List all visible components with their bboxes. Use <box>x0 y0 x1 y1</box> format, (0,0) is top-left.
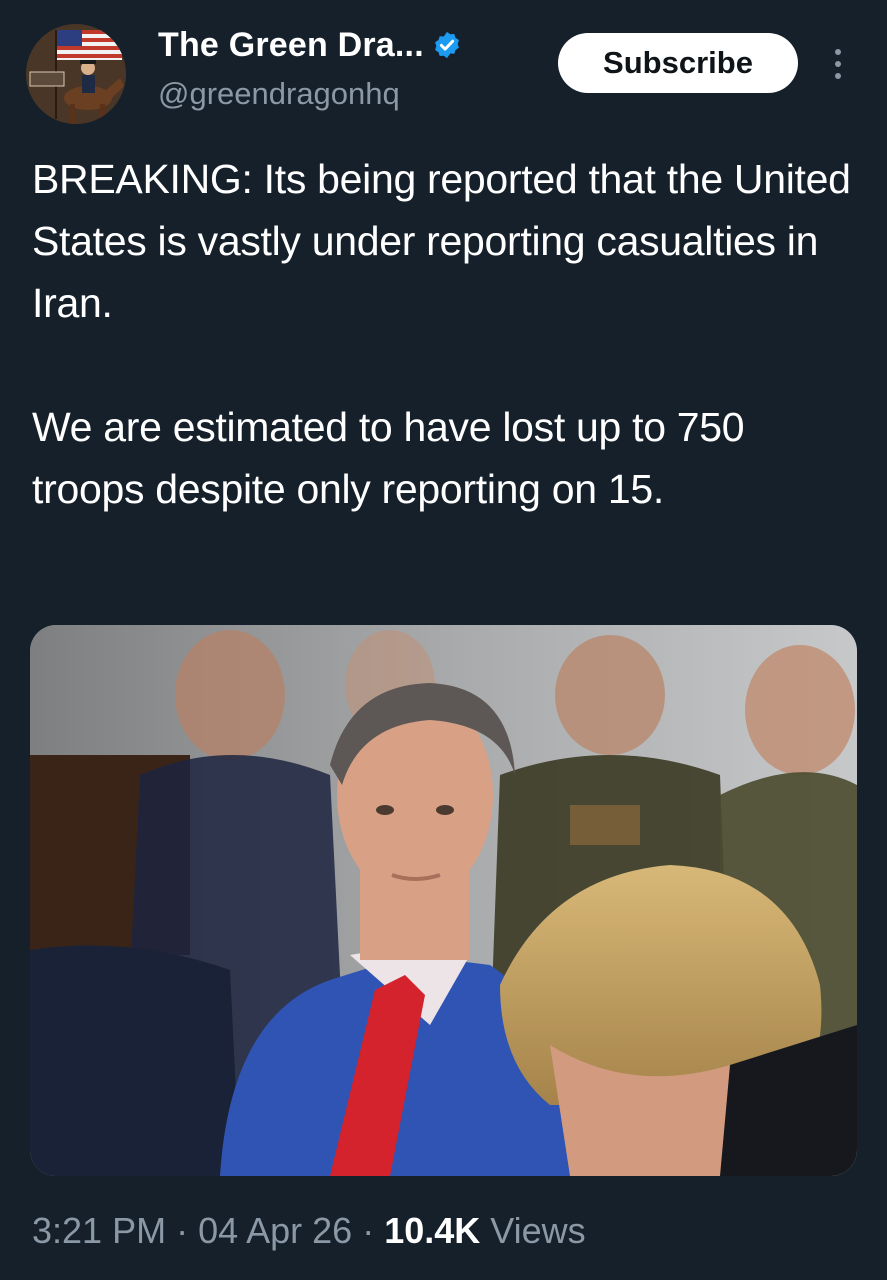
meta-separator: · <box>362 1210 375 1251</box>
more-dot <box>835 61 841 67</box>
more-dot <box>835 49 841 55</box>
tweet-paragraph: BREAKING: Its being reported that the Un… <box>32 156 851 326</box>
tweet-text: BREAKING: Its being reported that the Un… <box>32 148 862 520</box>
author-handle[interactable]: @greendragonhq <box>158 76 400 112</box>
avatar[interactable] <box>26 24 126 124</box>
tweet-meta: 3:21 PM · 04 Apr 26 · 10.4K Views <box>32 1210 586 1252</box>
views-label: Views <box>490 1210 586 1251</box>
meta-separator: · <box>176 1210 189 1251</box>
verified-badge-icon <box>434 31 459 59</box>
author-display-name[interactable]: The Green Dra... <box>158 26 424 65</box>
views-count[interactable]: 10.4K <box>384 1210 480 1252</box>
tweet-header: The Green Dra... @greendragonhq Subscrib… <box>0 0 887 130</box>
more-vertical-icon[interactable] <box>824 40 852 88</box>
tweet-time[interactable]: 3:21 PM <box>32 1210 166 1252</box>
photo-meeting <box>30 625 857 1176</box>
subscribe-button[interactable]: Subscribe <box>558 33 798 93</box>
avatar-image <box>26 24 126 124</box>
tweet-media-photo[interactable] <box>30 625 857 1176</box>
more-dot <box>835 73 841 79</box>
tweet-paragraph: We are estimated to have lost up to 750 … <box>32 404 745 512</box>
tweet-date[interactable]: 04 Apr 26 <box>198 1210 352 1252</box>
author-name-row: The Green Dra... <box>158 22 462 68</box>
